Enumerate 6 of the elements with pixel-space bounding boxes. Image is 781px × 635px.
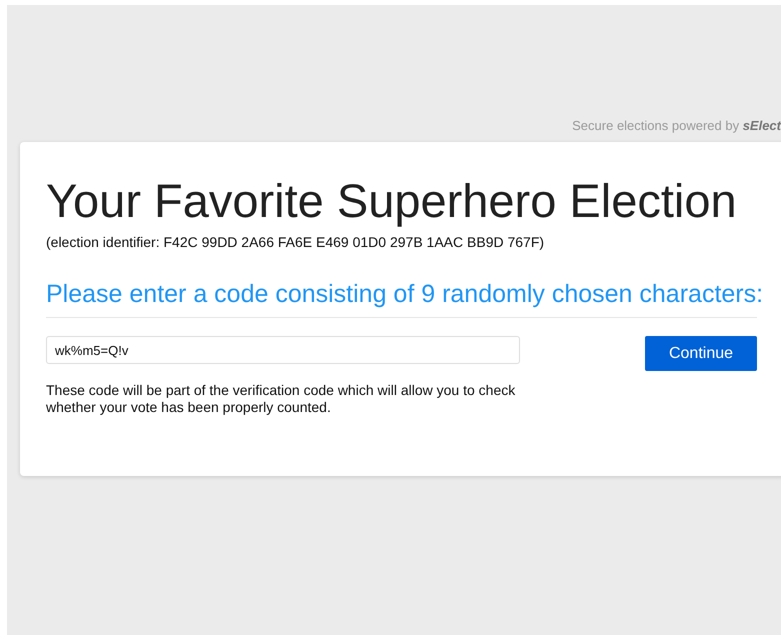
- code-prompt: Please enter a code consisting of 9 randomly chosen characters:: [46, 280, 764, 309]
- election-title: Your Favorite Superhero Election: [46, 174, 738, 228]
- continue-button[interactable]: Continue: [645, 336, 757, 371]
- election-identifier: (election identifier: F42C 99DD 2A66 FA6E E469 01D0 297B 1AAC BB9D 767F): [46, 234, 546, 250]
- help-text: These code will be part of the verification code which will allow you to check whether your vote has been properly counted.: [46, 382, 516, 416]
- code-field[interactable]: wk%m5=Q!v: [46, 336, 520, 364]
